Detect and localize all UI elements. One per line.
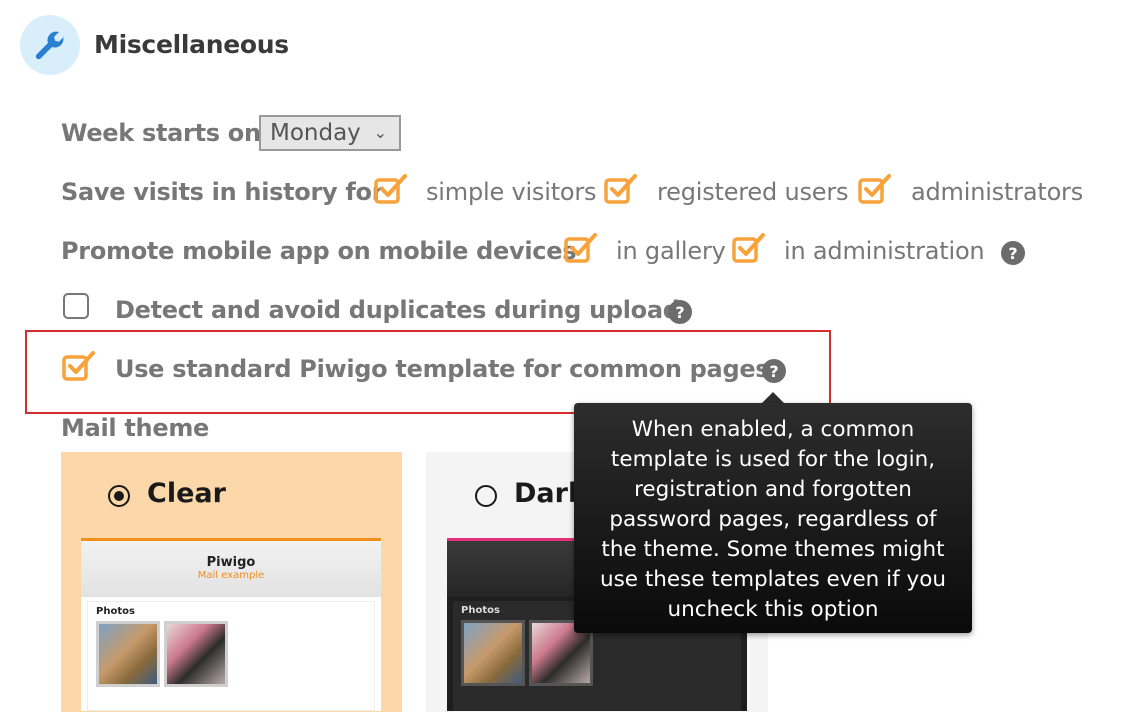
photo-thumbnail [164,621,228,687]
history-label: Save visits in history for [61,178,384,206]
preview-clear: Piwigo Mail example Photos [81,538,381,711]
help-icon[interactable]: ? [668,300,692,324]
radio-dark[interactable] [475,485,497,507]
week-start-select[interactable]: Monday ⌄ [259,115,401,151]
week-start-value: Monday [270,120,361,146]
checkbox-simple-visitors[interactable] [374,172,408,206]
mobile-label: Promote mobile app on mobile devices [61,237,577,265]
help-icon[interactable]: ? [1001,241,1025,265]
option-in-gallery: in gallery [616,237,726,265]
checkbox-in-administration[interactable] [732,231,766,265]
checkbox-standard-template[interactable] [62,349,96,383]
photo-thumbnail [461,620,525,686]
wrench-icon [35,31,64,60]
tooltip-arrow [762,392,784,403]
checkbox-registered-users[interactable] [604,172,638,206]
option-simple-visitors: simple visitors [426,178,597,206]
week-start-label: Week starts on [61,119,261,147]
duplicates-label: Detect and avoid duplicates during uploa… [115,296,680,324]
mail-theme-label: Mail theme [61,414,210,442]
preview-photos-label: Photos [96,606,135,617]
section-icon [20,15,80,75]
preview-subtitle: Mail example [197,570,265,581]
option-administrators: administrators [911,178,1084,206]
checkbox-administrators[interactable] [858,172,892,206]
help-tooltip: When enabled, a common template is used … [574,403,972,633]
theme-name-clear: Clear [147,478,226,509]
checkbox-in-gallery[interactable] [564,231,598,265]
option-in-administration: in administration [784,237,985,265]
option-registered-users: registered users [657,178,849,206]
chevron-down-icon: ⌄ [373,123,387,142]
radio-clear[interactable] [108,485,130,507]
help-icon[interactable]: ? [762,359,786,383]
checkbox-detect-duplicates[interactable] [63,293,89,319]
preview-site-title: Piwigo [206,555,256,570]
standard-template-label: Use standard Piwigo template for common … [115,355,779,383]
photo-thumbnail [96,621,160,687]
section-title: Miscellaneous [94,30,289,59]
